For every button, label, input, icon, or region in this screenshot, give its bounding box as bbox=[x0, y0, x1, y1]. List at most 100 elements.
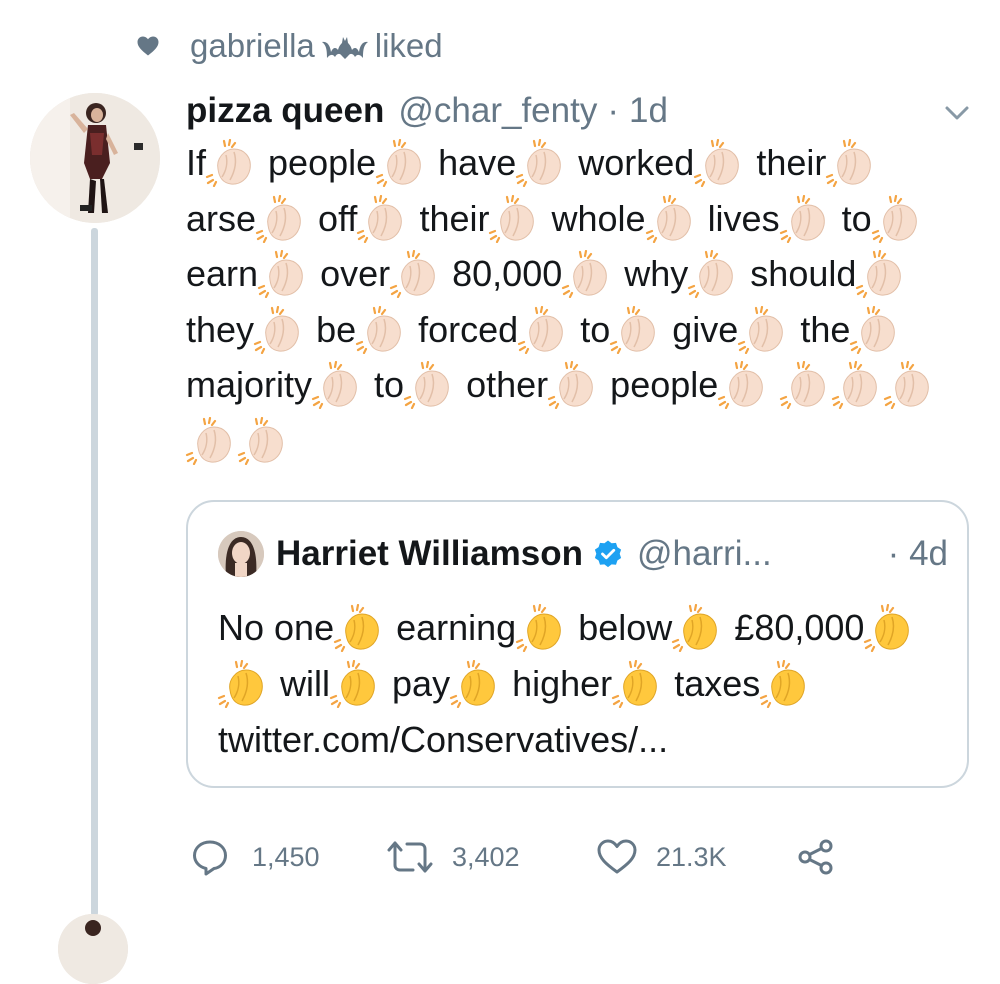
like-button[interactable]: 21.3K bbox=[596, 837, 796, 877]
tweet-word: to bbox=[841, 197, 872, 239]
tweet-word: why bbox=[624, 253, 689, 294]
avatar-photo bbox=[218, 531, 264, 577]
tweet-word: pay bbox=[392, 663, 451, 704]
reply-count: 1,450 bbox=[252, 841, 320, 872]
word-unit: people bbox=[610, 361, 770, 409]
avatar-photo bbox=[30, 93, 160, 223]
tweet-word: off bbox=[318, 197, 358, 239]
word-unit: earning bbox=[396, 604, 568, 652]
avatar[interactable] bbox=[218, 531, 264, 577]
tweet-word: other bbox=[466, 364, 549, 405]
word-unit: give bbox=[672, 305, 790, 354]
retweet-count: 3,402 bbox=[452, 841, 520, 872]
tweet-word: earn bbox=[186, 253, 259, 294]
avatar-photo bbox=[58, 914, 128, 984]
share-button[interactable] bbox=[796, 837, 836, 877]
clapping-hands-icon bbox=[716, 361, 772, 409]
clapping-hands-icon bbox=[332, 604, 388, 652]
clapping-hands-icon bbox=[546, 361, 602, 409]
like-count: 21.3K bbox=[656, 841, 727, 872]
word-unit: be bbox=[316, 305, 408, 354]
bat-icon bbox=[321, 37, 368, 59]
clapping-hands-icon bbox=[824, 139, 880, 187]
word-unit: £80,000 bbox=[734, 604, 916, 652]
clapping-hands-icon bbox=[830, 361, 886, 409]
tweet-word: worked bbox=[578, 142, 695, 183]
header-separator: · bbox=[607, 91, 619, 130]
clapping-hands-icon bbox=[402, 361, 458, 409]
author-handle[interactable]: @char_fenty bbox=[398, 91, 597, 131]
word-unit: below bbox=[578, 604, 724, 652]
quoted-tweet-timestamp[interactable]: · 4d bbox=[888, 534, 948, 574]
clapping-hands-icon bbox=[328, 660, 384, 708]
author-display-name[interactable]: pizza queen bbox=[186, 91, 384, 131]
reply-button[interactable]: 1,450 bbox=[190, 837, 386, 877]
next-tweet-avatar[interactable] bbox=[58, 914, 128, 984]
tweet-word: higher bbox=[512, 663, 613, 704]
chevron-down-icon[interactable] bbox=[940, 98, 974, 128]
tweet-timestamp[interactable]: 1d bbox=[629, 91, 668, 131]
quoted-author-display-name[interactable]: Harriet Williamson bbox=[276, 534, 583, 574]
clapping-hands-icon bbox=[354, 305, 410, 354]
quoted-tweet-time: 4d bbox=[909, 534, 948, 573]
quoted-tweet-link[interactable]: twitter.com/Conservatives/... bbox=[218, 719, 668, 760]
word-unit: lives bbox=[708, 194, 832, 243]
clapping-hands-icon bbox=[514, 604, 570, 652]
social-context: gabriella liked bbox=[136, 24, 443, 68]
word-unit: worked bbox=[578, 139, 746, 187]
word-unit: taxes bbox=[674, 660, 812, 708]
tweet-word: their bbox=[756, 142, 827, 183]
tweet-word: to bbox=[580, 308, 611, 350]
word-unit: they bbox=[186, 305, 306, 354]
clapping-hands-icon bbox=[204, 139, 260, 187]
retweet-button[interactable]: 3,402 bbox=[386, 837, 596, 877]
clapping-hands-icon bbox=[216, 660, 272, 708]
header-separator: · bbox=[887, 534, 900, 573]
word-unit: whole bbox=[551, 194, 697, 243]
liked-by-user[interactable]: gabriella bbox=[190, 27, 315, 65]
word-unit: forced bbox=[418, 305, 570, 354]
like-icon bbox=[597, 839, 637, 874]
clapping-hands-icon bbox=[758, 660, 814, 708]
clapping-hands-icon bbox=[374, 139, 430, 187]
clapping-hands-icon bbox=[778, 361, 834, 409]
word-unit: earn bbox=[186, 250, 310, 298]
clapping-hands-icon bbox=[514, 139, 570, 187]
tweet-word: No one bbox=[218, 607, 335, 648]
reply-icon bbox=[193, 840, 227, 876]
tweet-word: forced bbox=[418, 308, 519, 350]
word-unit: to bbox=[841, 194, 924, 243]
tweet-word: If bbox=[186, 142, 207, 183]
word-unit: No one bbox=[218, 604, 386, 652]
tweet-word: over bbox=[320, 253, 391, 294]
word-unit: to bbox=[374, 361, 456, 409]
word-unit: will bbox=[280, 660, 382, 708]
word-unit: If bbox=[186, 139, 258, 187]
clapping-hands-icon bbox=[256, 250, 312, 298]
tweet-word: should bbox=[750, 253, 857, 294]
avatar[interactable] bbox=[30, 93, 160, 223]
word-unit: off bbox=[318, 194, 409, 243]
clapping-hands-icon bbox=[560, 250, 616, 298]
tweet-word: whole bbox=[551, 197, 646, 239]
clapping-hands-icon bbox=[608, 305, 664, 354]
clapping-hands-icon bbox=[254, 194, 310, 243]
heart-icon bbox=[137, 36, 159, 56]
clapping-hands-icon bbox=[184, 416, 240, 465]
clapping-hands-icon bbox=[778, 194, 834, 243]
clapping-hands-icon bbox=[882, 361, 938, 409]
clapping-hands-icon bbox=[388, 250, 444, 298]
tweet-word: have bbox=[438, 142, 517, 183]
word-unit: have bbox=[438, 139, 568, 187]
word-unit: their bbox=[756, 139, 878, 187]
word-unit: why bbox=[624, 250, 740, 298]
tweet-word: be bbox=[316, 308, 357, 350]
quoted-tweet[interactable]: Harriet Williamson @harri... · 4d No one… bbox=[186, 500, 969, 788]
quoted-tweet-text: No one earning below £80,000 will pay hi… bbox=[216, 600, 948, 768]
clapping-hands-icon bbox=[692, 139, 748, 187]
word-unit: 80,000 bbox=[452, 250, 614, 298]
clapping-hands-icon bbox=[854, 250, 910, 298]
quoted-author-handle[interactable]: @harri... bbox=[637, 534, 772, 574]
word-unit: to bbox=[580, 305, 662, 354]
tweet-word: their bbox=[419, 197, 490, 239]
